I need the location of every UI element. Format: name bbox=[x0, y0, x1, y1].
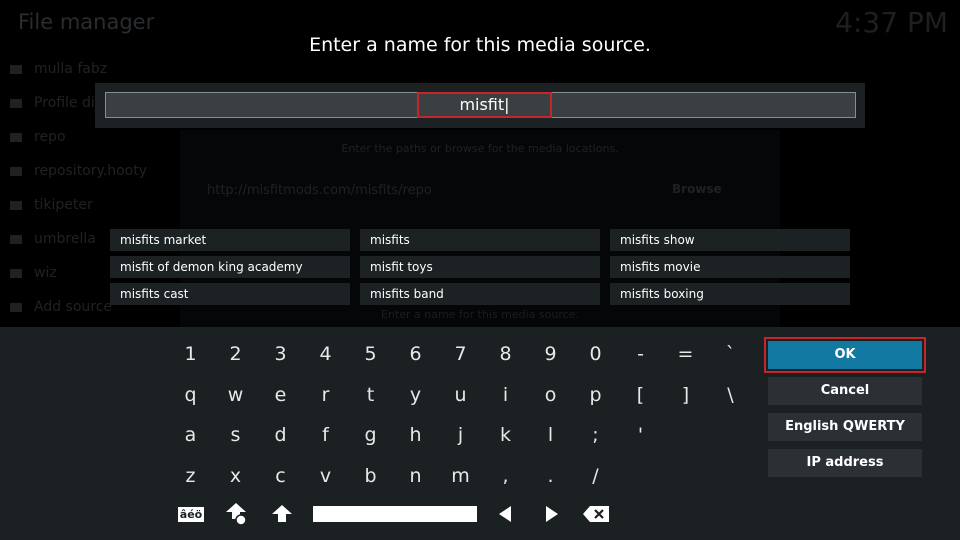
sidebar-item: repository.hooty bbox=[10, 154, 147, 188]
key[interactable]: y bbox=[393, 378, 438, 419]
key[interactable]: ] bbox=[663, 378, 708, 419]
folder-icon bbox=[10, 200, 22, 210]
sidebar-item: tikipeter bbox=[10, 188, 147, 222]
sidebar-item: mulla fabz bbox=[10, 52, 147, 86]
key[interactable]: , bbox=[483, 459, 528, 500]
background-title: File manager bbox=[18, 10, 155, 34]
suggestions: misfits market misfits misfits show misf… bbox=[110, 229, 850, 305]
cancel-button[interactable]: Cancel bbox=[768, 377, 922, 405]
shift-icon[interactable] bbox=[271, 505, 293, 523]
key[interactable]: 8 bbox=[483, 337, 528, 378]
key[interactable]: d bbox=[258, 418, 303, 459]
folder-icon bbox=[10, 132, 22, 142]
key[interactable]: 6 bbox=[393, 337, 438, 378]
key-grid: 1 2 3 4 5 6 7 8 9 0- = ` q w e r t y u i o p[] \ a s d f g h j k l; ' z x c… bbox=[168, 337, 753, 499]
key[interactable]: p bbox=[573, 378, 618, 419]
layout-button[interactable]: English QWERTY bbox=[768, 413, 922, 441]
keyboard-heading: Enter a name for this media source. bbox=[309, 34, 651, 56]
key[interactable]: / bbox=[573, 459, 618, 500]
ok-button[interactable]: OK bbox=[764, 337, 926, 373]
key[interactable]: 0 bbox=[573, 337, 618, 378]
cursor-left-icon[interactable] bbox=[498, 505, 512, 523]
suggestion-item[interactable]: misfits band bbox=[360, 283, 600, 305]
key[interactable]: . bbox=[528, 459, 573, 500]
suggestion-item[interactable]: misfits market bbox=[110, 229, 350, 251]
key[interactable]: v bbox=[303, 459, 348, 500]
key[interactable]: ` bbox=[708, 337, 753, 378]
cursor-right-icon[interactable] bbox=[545, 505, 559, 523]
key[interactable]: - bbox=[618, 337, 663, 378]
browse-button: Browse bbox=[672, 182, 722, 196]
key[interactable]: 3 bbox=[258, 337, 303, 378]
folder-icon bbox=[10, 166, 22, 176]
key[interactable]: b bbox=[348, 459, 393, 500]
key[interactable]: r bbox=[303, 378, 348, 419]
folder-icon bbox=[10, 98, 22, 108]
suggestion-item[interactable]: misfits boxing bbox=[610, 283, 850, 305]
key[interactable]: 9 bbox=[528, 337, 573, 378]
suggestion-item[interactable]: misfit of demon king academy bbox=[110, 256, 350, 278]
key[interactable]: z bbox=[168, 459, 213, 500]
folder-icon bbox=[10, 268, 22, 278]
key[interactable]: u bbox=[438, 378, 483, 419]
suggestion-item[interactable]: misfits movie bbox=[610, 256, 850, 278]
key[interactable]: w bbox=[213, 378, 258, 419]
key[interactable]: = bbox=[663, 337, 708, 378]
key[interactable]: 1 bbox=[168, 337, 213, 378]
key[interactable]: q bbox=[168, 378, 213, 419]
symbols-key[interactable]: âéö bbox=[177, 505, 205, 523]
key[interactable]: l bbox=[528, 418, 573, 459]
key[interactable]: h bbox=[393, 418, 438, 459]
key[interactable]: s bbox=[213, 418, 258, 459]
key[interactable]: j bbox=[438, 418, 483, 459]
key bbox=[708, 418, 753, 459]
caps-lock-icon[interactable] bbox=[226, 503, 248, 525]
key bbox=[708, 459, 753, 500]
key[interactable]: f bbox=[303, 418, 348, 459]
key[interactable]: g bbox=[348, 418, 393, 459]
key[interactable]: a bbox=[168, 418, 213, 459]
key[interactable]: c bbox=[258, 459, 303, 500]
key bbox=[618, 459, 663, 500]
input-value[interactable]: misfit| bbox=[417, 92, 552, 118]
suggestion-item[interactable]: misfits cast bbox=[110, 283, 350, 305]
key[interactable]: 2 bbox=[213, 337, 258, 378]
source-path: http://misfitmods.com/misfits/repo bbox=[207, 183, 432, 198]
folder-icon bbox=[10, 302, 22, 312]
suggestion-item[interactable]: misfits show bbox=[610, 229, 850, 251]
key[interactable]: ' bbox=[618, 418, 663, 459]
key[interactable]: 7 bbox=[438, 337, 483, 378]
key[interactable]: 4 bbox=[303, 337, 348, 378]
key[interactable]: m bbox=[438, 459, 483, 500]
key[interactable]: i bbox=[483, 378, 528, 419]
suggestion-item[interactable]: misfits bbox=[360, 229, 600, 251]
name-input[interactable]: misfit| bbox=[105, 92, 856, 118]
folder-icon bbox=[10, 64, 22, 74]
key[interactable]: ; bbox=[573, 418, 618, 459]
key[interactable]: \ bbox=[708, 378, 753, 419]
key bbox=[663, 418, 708, 459]
suggestion-item[interactable]: misfit toys bbox=[360, 256, 600, 278]
key[interactable]: 5 bbox=[348, 337, 393, 378]
key bbox=[663, 459, 708, 500]
ip-address-button[interactable]: IP address bbox=[768, 449, 922, 477]
backspace-icon[interactable] bbox=[583, 505, 609, 523]
key[interactable]: x bbox=[213, 459, 258, 500]
key[interactable]: t bbox=[348, 378, 393, 419]
dialog-hint: Enter the paths or browse for the media … bbox=[341, 142, 619, 155]
space-key[interactable] bbox=[313, 505, 477, 523]
key[interactable]: [ bbox=[618, 378, 663, 419]
key[interactable]: n bbox=[393, 459, 438, 500]
name-hint: Enter a name for this media source. bbox=[381, 308, 579, 321]
folder-icon bbox=[10, 234, 22, 244]
key[interactable]: k bbox=[483, 418, 528, 459]
input-bar: misfit| bbox=[95, 83, 865, 128]
key[interactable]: o bbox=[528, 378, 573, 419]
key[interactable]: e bbox=[258, 378, 303, 419]
